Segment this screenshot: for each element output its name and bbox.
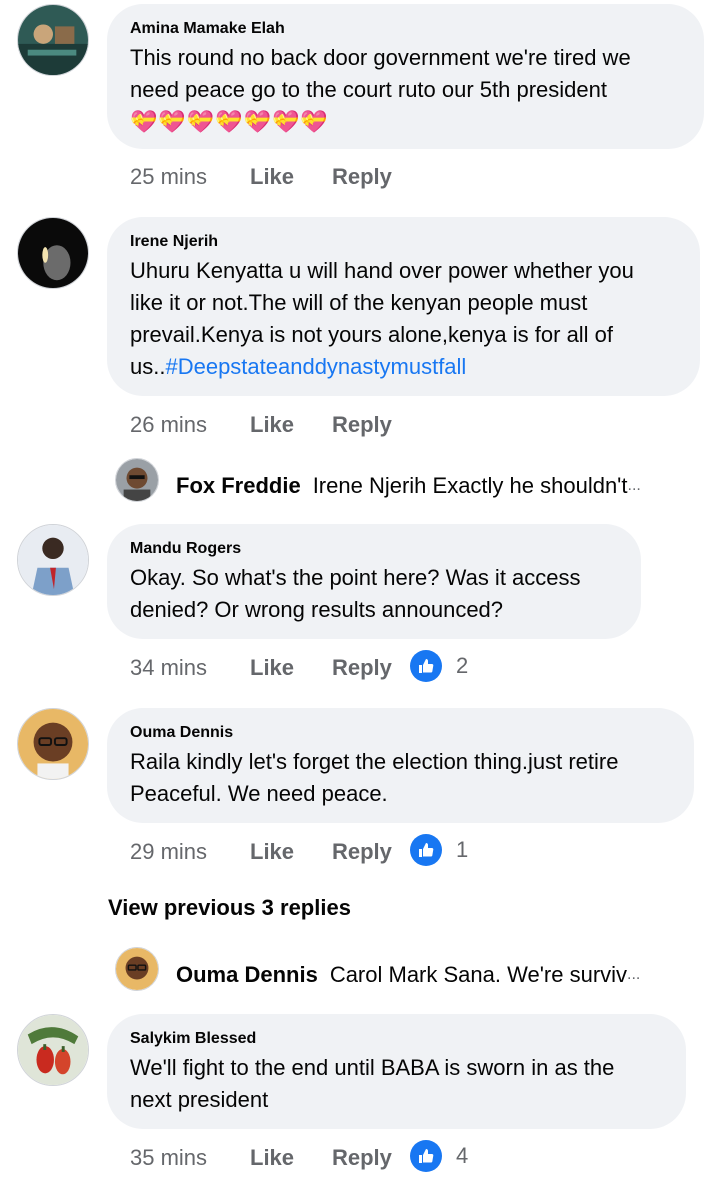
timestamp[interactable]: 34 mins	[130, 655, 250, 681]
comment-actions: 35 mins Like Reply	[130, 1145, 392, 1171]
reply-text: Irene Njerih Exactly he shouldn't	[312, 473, 628, 498]
comment-line: This round no back door government we're…	[130, 45, 631, 70]
comment-author[interactable]: Irene Njerih	[130, 231, 678, 253]
comment-line: us..#Deepstateanddynastymustfall	[130, 351, 678, 383]
reply-preview[interactable]: Ouma Dennis Carol Mark Sana. We're survi…	[176, 962, 640, 988]
comment-bubble-amina: Amina Mamake Elah This round no back doo…	[107, 4, 704, 149]
reply-button[interactable]: Reply	[332, 1145, 392, 1171]
timestamp[interactable]: 29 mins	[130, 839, 250, 865]
timestamp[interactable]: 26 mins	[130, 412, 250, 438]
comment-text: Raila kindly let's forget the election t…	[130, 746, 672, 810]
comment-author[interactable]: Salykim Blessed	[130, 1028, 664, 1050]
avatar-image	[116, 948, 158, 990]
like-button[interactable]: Like	[250, 655, 332, 681]
comment-line: Okay. So what's the point here? Was it a…	[130, 565, 581, 590]
avatar-image	[18, 5, 88, 75]
thumbs-up-icon	[410, 1140, 442, 1172]
reply-author[interactable]: Ouma Dennis	[176, 962, 318, 988]
comment-line: denied? Or wrong results announced?	[130, 597, 504, 622]
like-button[interactable]: Like	[250, 1145, 332, 1171]
comment-bubble-mandu-rogers: Mandu Rogers Okay. So what's the point h…	[107, 524, 641, 639]
comment-actions: 26 mins Like Reply	[130, 412, 392, 438]
thumbs-up-icon	[410, 834, 442, 866]
reaction-summary[interactable]: 1	[410, 834, 468, 866]
comment-author[interactable]: Ouma Dennis	[130, 722, 672, 744]
comment-line: like it or not.The will of the kenyan pe…	[130, 290, 588, 315]
comment-actions: 29 mins Like Reply	[130, 839, 392, 865]
reply-button[interactable]: Reply	[332, 655, 392, 681]
avatar-fox-freddie[interactable]	[115, 458, 159, 502]
reply-button[interactable]: Reply	[332, 164, 392, 190]
timestamp[interactable]: 35 mins	[130, 1145, 250, 1171]
reply-button[interactable]: Reply	[332, 839, 392, 865]
comment-text: Uhuru Kenyatta u will hand over power wh…	[130, 255, 678, 383]
like-button[interactable]: Like	[250, 412, 332, 438]
thumbs-up-icon	[410, 650, 442, 682]
avatar-image	[116, 459, 158, 501]
comment-text-prefix: us..	[130, 354, 166, 379]
comment-text: Okay. So what's the point here? Was it a…	[130, 562, 619, 626]
avatar-amina[interactable]	[17, 4, 89, 76]
comment-actions: 34 mins Like Reply	[130, 655, 392, 681]
comment-actions: 25 mins Like Reply	[130, 164, 392, 190]
avatar-image	[18, 1015, 88, 1085]
avatar-image	[18, 218, 88, 288]
heart-gift-emojis: 💝💝💝💝💝💝💝	[130, 109, 329, 134]
reply-ellipsis: ...	[627, 966, 641, 983]
reaction-count: 2	[456, 653, 469, 678]
hashtag-link[interactable]: #Deepstateanddynastymustfall	[165, 354, 466, 379]
comment-line: We'll fight to the end until BABA is swo…	[130, 1055, 615, 1080]
comment-line: next president	[130, 1087, 269, 1112]
comment-line: Peaceful. We need peace.	[130, 781, 388, 806]
reaction-count: 1	[456, 837, 469, 862]
like-button[interactable]: Like	[250, 839, 332, 865]
reply-preview[interactable]: Fox Freddie Irene Njerih Exactly he shou…	[176, 473, 641, 499]
comment-text: We'll fight to the end until BABA is swo…	[130, 1052, 664, 1116]
avatar-salykim-blessed[interactable]	[17, 1014, 89, 1086]
comment-line: Raila kindly let's forget the election t…	[130, 749, 619, 774]
avatar-ouma-dennis[interactable]	[17, 708, 89, 780]
comment-bubble-irene: Irene Njerih Uhuru Kenyatta u will hand …	[107, 217, 700, 396]
comment-bubble-salykim-blessed: Salykim Blessed We'll fight to the end u…	[107, 1014, 686, 1129]
avatar-image	[18, 709, 88, 779]
like-button[interactable]: Like	[250, 164, 332, 190]
reply-author[interactable]: Fox Freddie	[176, 473, 301, 499]
avatar-image	[18, 525, 88, 595]
reaction-summary[interactable]: 2	[410, 650, 468, 682]
reply-text: Carol Mark Sana. We're surviv	[329, 962, 628, 987]
avatar-mandu-rogers[interactable]	[17, 524, 89, 596]
timestamp[interactable]: 25 mins	[130, 164, 250, 190]
avatar-irene[interactable]	[17, 217, 89, 289]
comment-line: need peace go to the court ruto our 5th …	[130, 77, 607, 102]
comment-text: This round no back door government we're…	[130, 42, 682, 138]
avatar-ouma-dennis-small[interactable]	[115, 947, 159, 991]
comment-bubble-ouma-dennis: Ouma Dennis Raila kindly let's forget th…	[107, 708, 694, 823]
reaction-summary[interactable]: 4	[410, 1140, 468, 1172]
comment-author[interactable]: Mandu Rogers	[130, 538, 619, 560]
view-previous-replies-link[interactable]: View previous 3 replies	[108, 895, 351, 921]
reply-ellipsis: ...	[627, 477, 641, 494]
reply-button[interactable]: Reply	[332, 412, 392, 438]
comment-line: prevail.Kenya is not yours alone,kenya i…	[130, 322, 614, 347]
comment-author[interactable]: Amina Mamake Elah	[130, 18, 682, 40]
reaction-count: 4	[456, 1143, 469, 1168]
comment-line: Uhuru Kenyatta u will hand over power wh…	[130, 258, 634, 283]
